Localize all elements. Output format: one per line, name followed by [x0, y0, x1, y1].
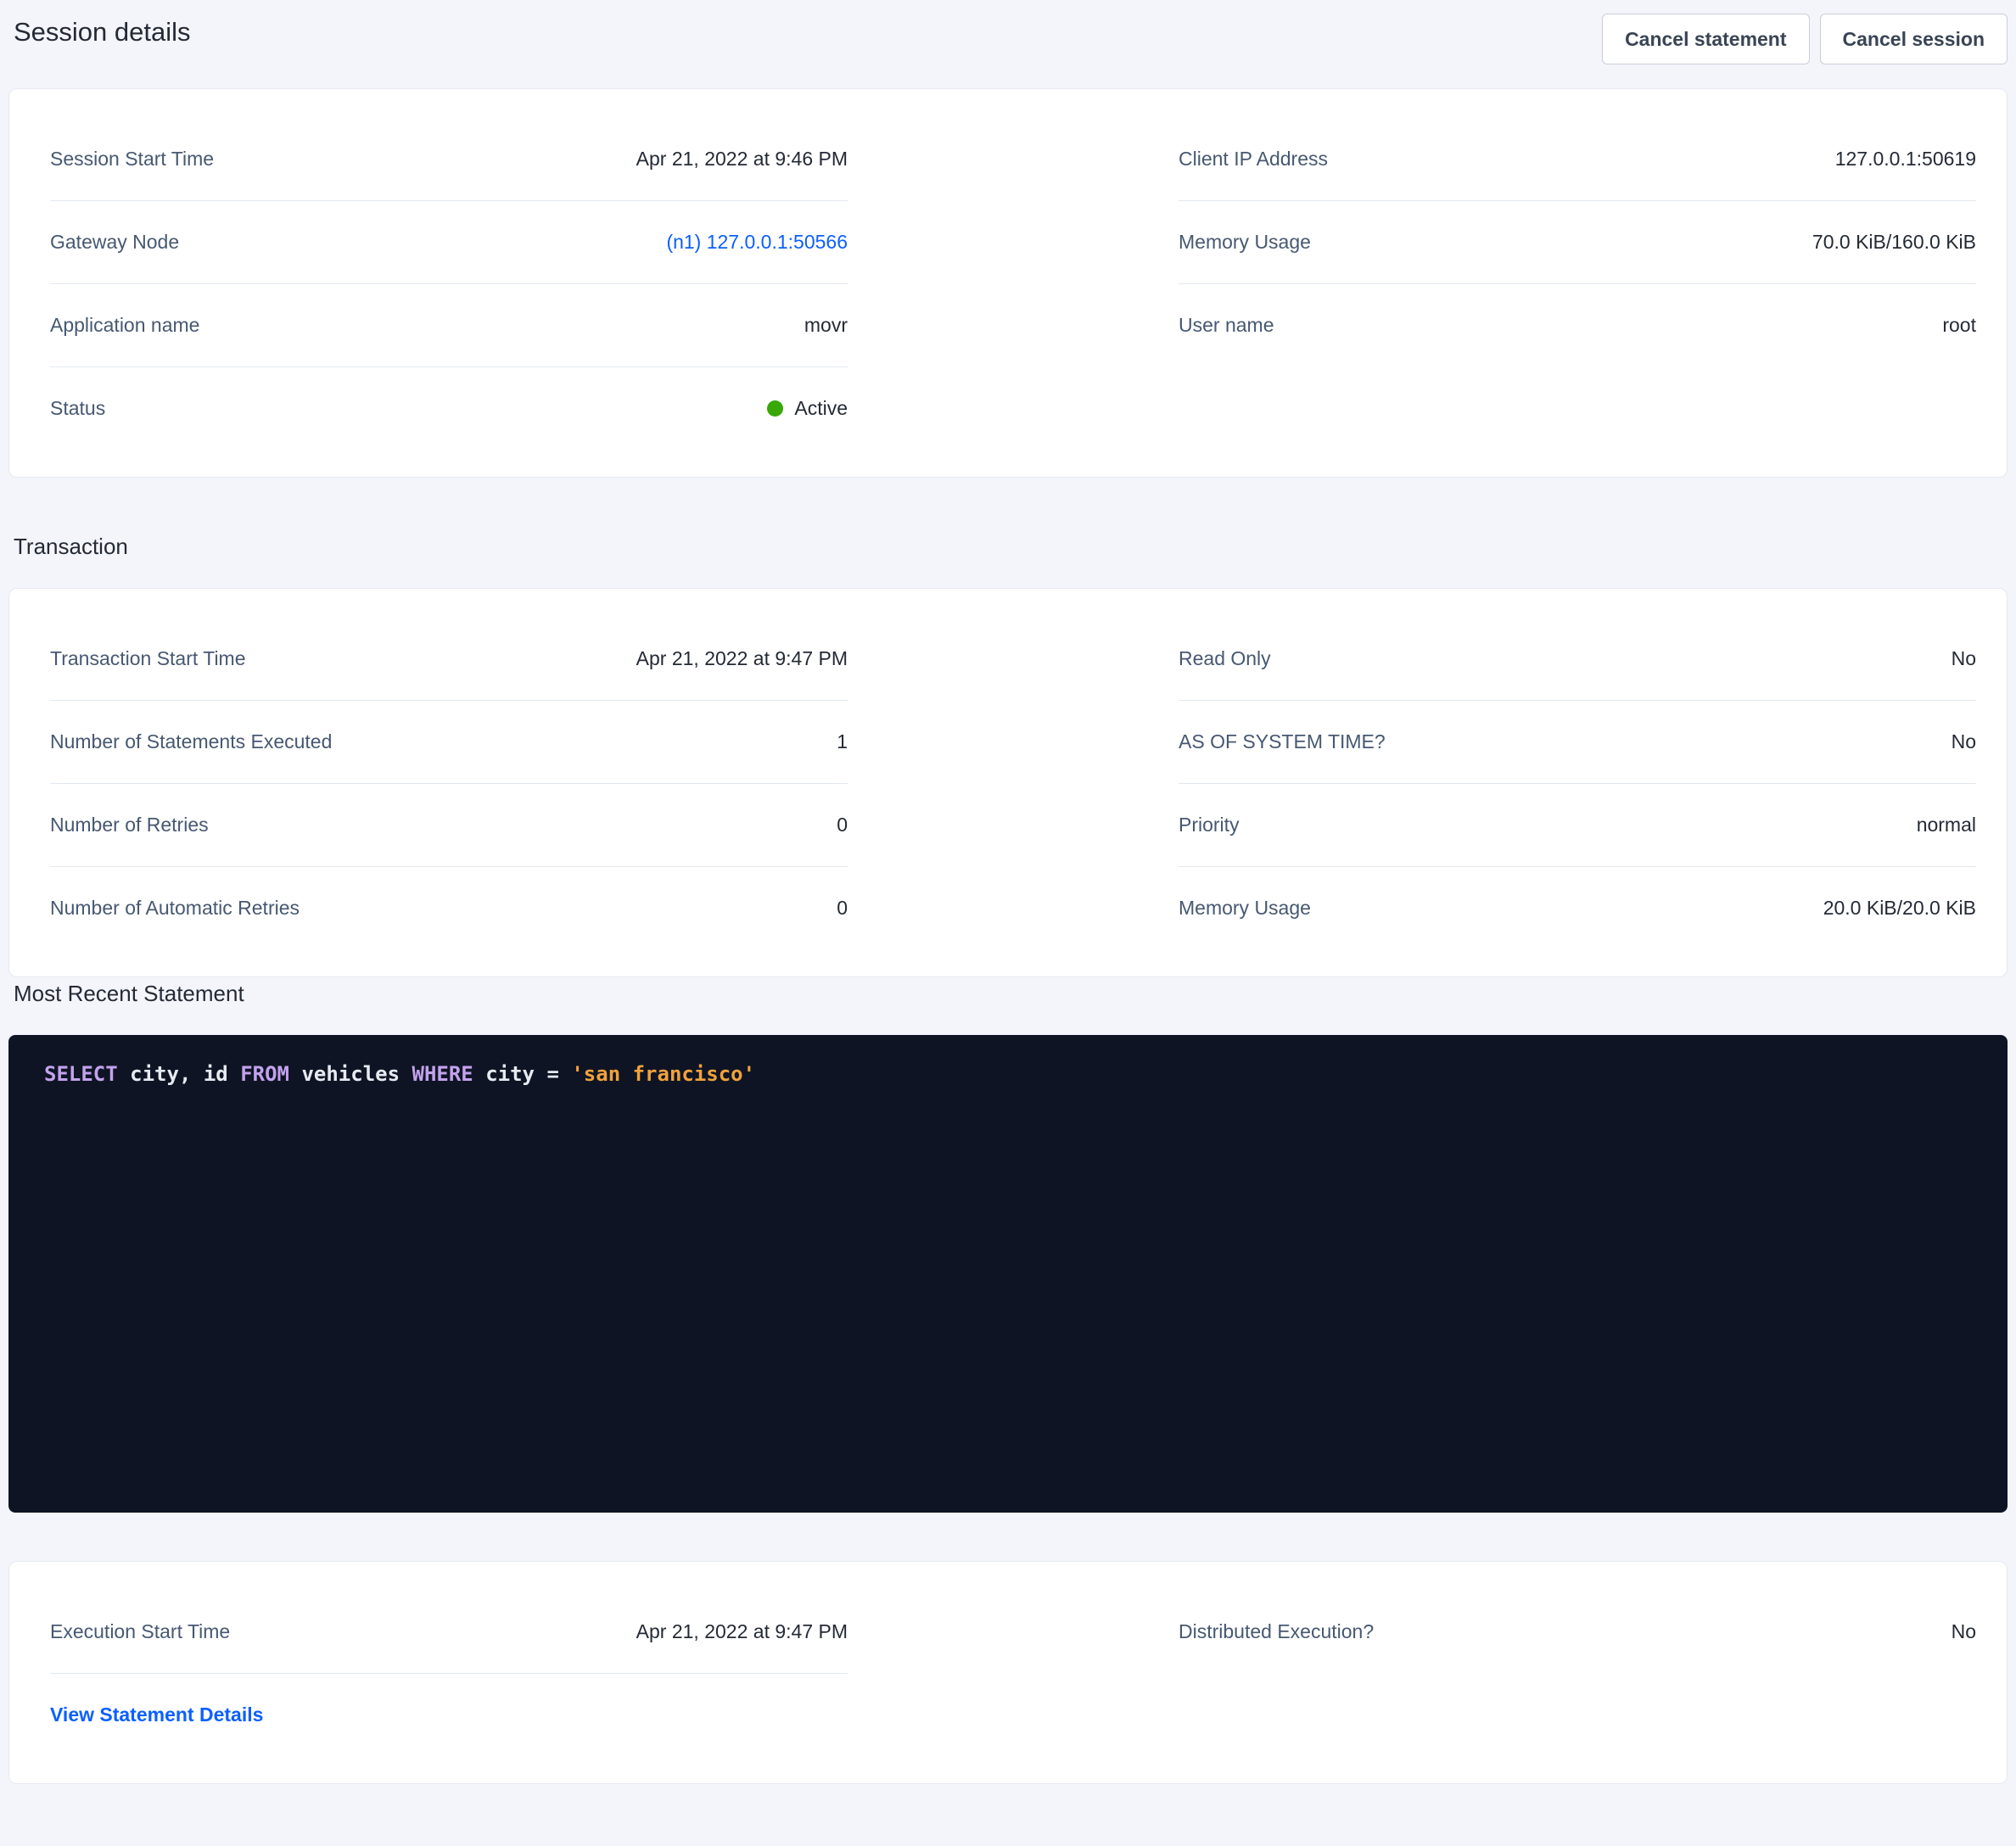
- row-label: User name: [1179, 314, 1274, 337]
- summary-row: Execution Start Time Apr 21, 2022 at 9:47…: [50, 1591, 848, 1674]
- row-value: normal: [1917, 814, 1976, 836]
- summary-row: Memory Usage 20.0 KiB/20.0 KiB: [1179, 867, 1976, 949]
- summary-row: Status Active: [50, 367, 848, 450]
- summary-row: Memory Usage 70.0 KiB/160.0 KiB: [1179, 201, 1976, 284]
- status-active-dot: [767, 400, 783, 417]
- summary-row: User name root: [1179, 284, 1976, 366]
- sql-token-plain: vehicles: [289, 1062, 412, 1086]
- row-value: 1: [837, 730, 848, 753]
- session-card-right-column: Client IP Address 127.0.0.1:50619 Memory U…: [1179, 118, 1976, 366]
- sql-token-keyword: SELECT: [44, 1062, 118, 1086]
- row-label: Session Start Time: [50, 148, 214, 171]
- row-label: Memory Usage: [1179, 897, 1311, 920]
- row-label: Distributed Execution?: [1179, 1620, 1374, 1643]
- row-label: AS OF SYSTEM TIME?: [1179, 730, 1386, 753]
- most-recent-statement-heading: Most Recent Statement: [8, 977, 2008, 1010]
- summary-row: Session Start Time Apr 21, 2022 at 9:46 P…: [50, 118, 848, 201]
- row-label: Priority: [1179, 814, 1240, 836]
- summary-row: Application name movr: [50, 284, 848, 367]
- summary-row: Gateway Node (n1) 127.0.0.1:50566: [50, 201, 848, 284]
- row-value: No: [1952, 1620, 1976, 1643]
- summary-row: Transaction Start Time Apr 21, 2022 at 9:…: [50, 618, 848, 701]
- row-label: Client IP Address: [1179, 148, 1328, 171]
- transaction-heading: Transaction: [8, 530, 2008, 562]
- row-value: No: [1952, 730, 1976, 753]
- cancel-session-button[interactable]: Cancel session: [1820, 14, 2008, 64]
- row-value: Active: [767, 397, 848, 420]
- row-value: Apr 21, 2022 at 9:47 PM: [636, 647, 848, 670]
- view-statement-details-row: View Statement Details: [50, 1674, 848, 1756]
- view-statement-details-link[interactable]: View Statement Details: [50, 1703, 263, 1726]
- row-label: Number of Automatic Retries: [50, 897, 300, 920]
- summary-row: Distributed Execution? No: [1179, 1591, 1976, 1673]
- row-label: Application name: [50, 314, 199, 337]
- header-actions: Cancel statement Cancel session: [1602, 14, 2008, 64]
- row-value: 0: [837, 897, 848, 920]
- row-value: 70.0 KiB/160.0 KiB: [1812, 231, 1976, 254]
- execution-rows: Execution Start Time Apr 21, 2022 at 9:47…: [50, 1591, 848, 1674]
- row-label: Status: [50, 397, 105, 420]
- execution-details-card: Execution Start Time Apr 21, 2022 at 9:47…: [8, 1561, 2008, 1784]
- execution-card-right-column: Distributed Execution? No: [1179, 1591, 1976, 1673]
- row-label: Transaction Start Time: [50, 647, 246, 670]
- summary-row: Read Only No: [1179, 618, 1976, 701]
- gateway-node-link[interactable]: (n1) 127.0.0.1:50566: [666, 231, 848, 254]
- transaction-card: Transaction Start Time Apr 21, 2022 at 9:…: [8, 588, 2008, 977]
- row-value: (n1) 127.0.0.1:50566: [666, 231, 848, 254]
- row-value: 0: [837, 814, 848, 836]
- row-value: root: [1942, 314, 1976, 337]
- summary-row: Number of Retries 0: [50, 784, 848, 867]
- transaction-card-left-column: Transaction Start Time Apr 21, 2022 at 9:…: [50, 618, 848, 949]
- sql-token-keyword: FROM: [240, 1062, 289, 1086]
- row-value: 127.0.0.1:50619: [1835, 148, 1976, 171]
- sql-token-plain: city, id: [118, 1062, 241, 1086]
- sql-token-string: 'san francisco': [571, 1062, 755, 1086]
- row-label: Read Only: [1179, 647, 1271, 670]
- row-label: Gateway Node: [50, 231, 179, 254]
- row-label: Execution Start Time: [50, 1620, 230, 1643]
- page-header: Session details Cancel statement Cancel …: [8, 0, 2008, 64]
- row-label: Number of Retries: [50, 814, 209, 836]
- summary-row: Priority normal: [1179, 784, 1976, 867]
- sql-token-keyword: WHERE: [412, 1062, 473, 1086]
- sql-statement: SELECT city, id FROM vehicles WHERE city…: [44, 1062, 755, 1086]
- session-details-page: Session details Cancel statement Cancel …: [0, 0, 2016, 1784]
- summary-row: Number of Automatic Retries 0: [50, 867, 848, 949]
- summary-row: AS OF SYSTEM TIME? No: [1179, 701, 1976, 784]
- session-summary-card: Session Start Time Apr 21, 2022 at 9:46 P…: [8, 88, 2008, 478]
- row-value: movr: [804, 314, 848, 337]
- sql-token-plain: city =: [473, 1062, 572, 1086]
- row-value: No: [1952, 647, 1976, 670]
- cancel-statement-button[interactable]: Cancel statement: [1602, 14, 1809, 64]
- execution-card-left-column: Execution Start Time Apr 21, 2022 at 9:47…: [50, 1591, 848, 1756]
- row-value: 20.0 KiB/20.0 KiB: [1823, 897, 1976, 920]
- row-value: Apr 21, 2022 at 9:46 PM: [636, 148, 848, 171]
- transaction-card-right-column: Read Only No AS OF SYSTEM TIME? No Priority n…: [1179, 618, 1976, 949]
- row-label: Number of Statements Executed: [50, 730, 332, 753]
- session-card-left-column: Session Start Time Apr 21, 2022 at 9:46 P…: [50, 118, 848, 450]
- summary-row: Number of Statements Executed 1: [50, 701, 848, 784]
- sql-statement-block: SELECT city, id FROM vehicles WHERE city…: [8, 1035, 2008, 1513]
- page-title: Session details: [8, 14, 191, 51]
- row-label: Memory Usage: [1179, 231, 1311, 254]
- summary-row: Client IP Address 127.0.0.1:50619: [1179, 118, 1976, 201]
- row-value: Apr 21, 2022 at 9:47 PM: [636, 1620, 848, 1643]
